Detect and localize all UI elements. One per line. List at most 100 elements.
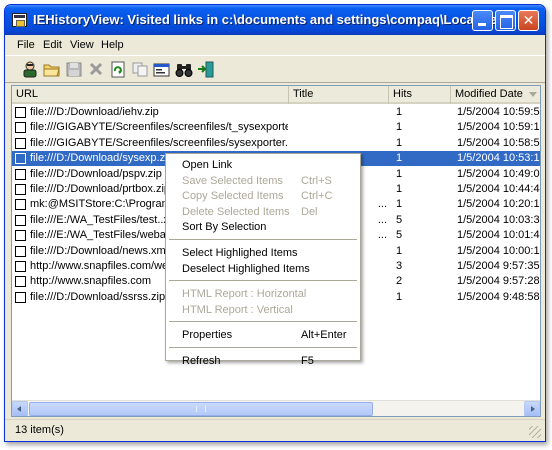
menu-item-label: Open Link bbox=[182, 159, 233, 171]
row-checkbox[interactable] bbox=[15, 199, 26, 210]
row-checkbox[interactable] bbox=[15, 292, 26, 303]
row-url: file:///GIGABYTE/Screenfiles/screenfiles… bbox=[30, 121, 288, 133]
row-hits: 1 bbox=[396, 291, 403, 303]
title-bar[interactable]: IEHistoryView: Visited links in c:\docum… bbox=[5, 5, 545, 35]
row-modified-date: 1/5/2004 10:00:15 bbox=[457, 245, 541, 257]
context-menu-item-properties[interactable]: Properties Alt+Enter bbox=[167, 327, 359, 343]
row-hits: 1 bbox=[396, 152, 403, 164]
sort-descending-icon bbox=[529, 92, 537, 97]
toolbar bbox=[5, 55, 545, 83]
row-modified-date: 1/5/2004 10:59:18 bbox=[457, 121, 541, 133]
close-button[interactable]: ✕ bbox=[518, 10, 539, 31]
scroll-thumb[interactable] bbox=[29, 402, 373, 416]
menu-item-label: Properties bbox=[182, 329, 233, 342]
menu-item-label: HTML Report : Horizontal bbox=[182, 288, 307, 301]
row-checkbox[interactable] bbox=[15, 276, 26, 287]
table-row[interactable]: file:///GIGABYTE/Screenfiles/screenfiles… bbox=[12, 120, 541, 135]
menu-file[interactable]: File bbox=[17, 39, 35, 51]
context-menu: Open Link Save Selected Items Ctrl+S Copy S… bbox=[165, 153, 361, 367]
row-modified-date: 1/5/2004 10:20:13 bbox=[457, 198, 541, 210]
row-modified-date: 1/5/2004 10:53:10 bbox=[457, 152, 541, 164]
context-menu-item-html-report-horizontal[interactable]: HTML Report : Horizontal bbox=[167, 286, 359, 302]
menu-view[interactable]: View bbox=[70, 39, 94, 51]
list-header: URL Title Hits Modified Date bbox=[12, 86, 540, 104]
menu-separator bbox=[169, 321, 357, 323]
row-checkbox[interactable] bbox=[15, 153, 26, 164]
row-checkbox[interactable] bbox=[15, 261, 26, 272]
context-menu-item-delete-selected-items[interactable]: Delete Selected Items Del bbox=[167, 204, 359, 220]
menu-item-label: Save Selected Items bbox=[182, 174, 283, 187]
column-header-url[interactable]: URL bbox=[12, 86, 289, 104]
minimize-button[interactable] bbox=[472, 10, 493, 31]
row-hits: 5 bbox=[396, 229, 403, 241]
table-row[interactable]: file:///D:/Download/iehv.zip 1 1/5/2004 10… bbox=[12, 105, 540, 120]
refresh-icon[interactable] bbox=[109, 61, 127, 78]
row-hits: 1 bbox=[396, 245, 403, 257]
copy-icon[interactable] bbox=[131, 61, 149, 78]
context-menu-item-save-selected-items[interactable]: Save Selected Items Ctrl+S bbox=[167, 173, 359, 189]
row-modified-date: 1/5/2004 9:57:35 bbox=[457, 260, 540, 272]
find-icon[interactable] bbox=[175, 61, 193, 78]
column-header-hits[interactable]: Hits bbox=[389, 86, 451, 104]
maximize-button[interactable] bbox=[495, 10, 516, 31]
row-modified-date: 1/5/2004 10:01:40 bbox=[457, 229, 541, 241]
status-bar: 13 item(s) bbox=[5, 419, 545, 441]
close-icon: ✕ bbox=[522, 13, 535, 29]
row-checkbox[interactable] bbox=[15, 169, 26, 180]
menu-item-shortcut: Ctrl+S bbox=[301, 174, 332, 187]
row-hits: 1 bbox=[396, 168, 403, 180]
menu-item-label: HTML Report : Vertical bbox=[182, 303, 293, 316]
row-hits: 1 bbox=[396, 183, 403, 195]
row-checkbox[interactable] bbox=[15, 184, 26, 195]
menu-edit[interactable]: Edit bbox=[43, 39, 62, 51]
scroll-right-button[interactable] bbox=[524, 401, 540, 416]
column-header-modified-date-label: Modified Date bbox=[455, 88, 523, 100]
status-item-count: 13 item(s) bbox=[15, 424, 64, 436]
menu-separator bbox=[169, 347, 357, 348]
menu-item-label: Sort By Selection bbox=[182, 221, 267, 234]
context-menu-item-copy-selected-items[interactable]: Copy Selected Items Ctrl+C bbox=[167, 188, 359, 204]
context-menu-item-refresh[interactable]: Refresh F5 bbox=[167, 353, 359, 369]
delete-icon[interactable] bbox=[87, 61, 105, 78]
menu-bar: File Edit View Help bbox=[5, 35, 545, 55]
row-checkbox[interactable] bbox=[15, 246, 26, 257]
horizontal-scrollbar[interactable] bbox=[12, 400, 540, 416]
save-icon[interactable] bbox=[65, 61, 83, 78]
menu-help[interactable]: Help bbox=[101, 39, 124, 51]
column-header-title[interactable]: Title bbox=[289, 86, 389, 104]
window-title: IEHistoryView: Visited links in c:\docum… bbox=[33, 12, 513, 27]
row-modified-date: 1/5/2004 10:44:46 bbox=[457, 183, 541, 195]
menu-item-label: Refresh bbox=[182, 355, 221, 367]
row-checkbox[interactable] bbox=[15, 107, 26, 118]
user-icon[interactable] bbox=[21, 61, 39, 78]
row-hits: 3 bbox=[396, 260, 403, 272]
context-menu-item-deselect-highlighed-items[interactable]: Deselect Highlighed Items bbox=[167, 261, 359, 277]
context-menu-item-open-link[interactable]: Open Link bbox=[167, 157, 359, 173]
context-menu-item-html-report-vertical[interactable]: HTML Report : Vertical bbox=[167, 302, 359, 318]
row-checkbox[interactable] bbox=[15, 138, 26, 149]
row-url: file:///GIGABYTE/Screenfiles/screenfiles… bbox=[30, 137, 288, 149]
row-hits: 1 bbox=[396, 137, 403, 149]
menu-item-label: Deselect Highlighed Items bbox=[182, 262, 310, 275]
menu-separator bbox=[169, 280, 357, 282]
row-hits: 1 bbox=[396, 121, 403, 133]
menu-separator bbox=[169, 239, 357, 240]
row-checkbox[interactable] bbox=[15, 230, 26, 241]
table-row[interactable]: file:///GIGABYTE/Screenfiles/screenfiles… bbox=[12, 136, 540, 151]
open-folder-icon[interactable] bbox=[43, 61, 61, 78]
row-checkbox[interactable] bbox=[15, 122, 26, 133]
menu-item-shortcut: Del bbox=[301, 205, 318, 218]
row-hits: 1 bbox=[396, 106, 403, 118]
exit-icon[interactable] bbox=[197, 61, 215, 78]
row-modified-date: 1/5/2004 10:49:07 bbox=[457, 168, 541, 180]
row-url: file:///D:/Download/iehv.zip bbox=[30, 106, 159, 118]
properties-icon[interactable] bbox=[153, 61, 171, 78]
scroll-left-button[interactable] bbox=[12, 401, 28, 416]
context-menu-item-select-highlighed-items[interactable]: Select Highlighed Items bbox=[167, 245, 359, 261]
context-menu-item-sort-by-selection[interactable]: Sort By Selection bbox=[167, 219, 359, 235]
column-header-modified-date[interactable]: Modified Date bbox=[451, 86, 540, 104]
row-modified-date: 1/5/2004 10:03:30 bbox=[457, 214, 541, 226]
row-hits: 5 bbox=[396, 214, 403, 226]
resize-grip-icon[interactable] bbox=[529, 426, 541, 438]
row-checkbox[interactable] bbox=[15, 215, 26, 226]
